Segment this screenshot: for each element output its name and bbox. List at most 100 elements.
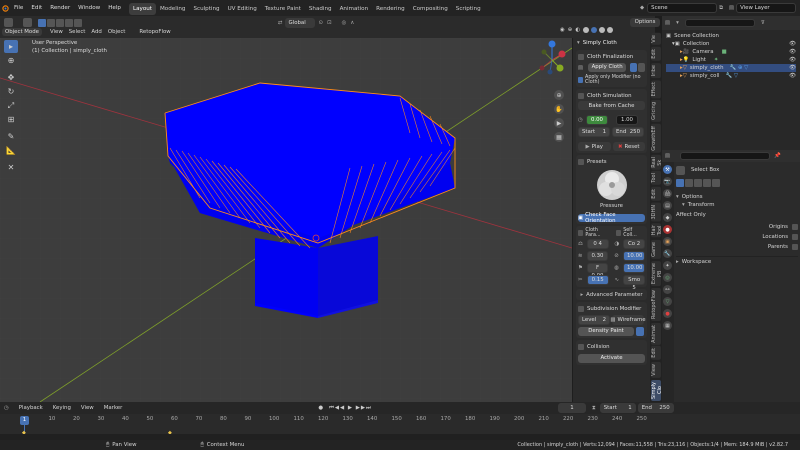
mode-extend-icon[interactable] [685,179,693,187]
pan-hand-icon[interactable]: ✋ [554,104,564,114]
options-button[interactable]: Options [630,18,660,27]
self-coll-checkbox[interactable] [615,229,622,236]
transform-panel-header[interactable]: ▾ Transform [676,201,798,209]
modifier-tab-icon[interactable]: 🔧 [663,249,672,258]
sidebar-tab-9[interactable]: Edit [651,187,661,201]
workspace-panel-header[interactable]: ▸ Workspace [676,256,798,265]
scene-field[interactable]: Scene [647,3,718,13]
output-tab-icon[interactable]: 🖨 [663,189,672,198]
outliner-item-camera[interactable]: ▸🎥 Camera ■ 👁 [666,48,796,56]
editor-type-icon[interactable] [4,18,13,27]
cursor-tool-icon[interactable]: ⊕ [4,54,18,67]
select-invert-icon[interactable] [65,18,73,27]
collapse-icon[interactable]: ▾ [577,40,580,46]
gizmo-toggle-icon[interactable]: ⊕ [568,27,573,33]
rotate-tool-icon[interactable]: ↻ [4,85,18,98]
menu-edit[interactable]: Edit [27,0,46,16]
mode-intersect-icon[interactable] [712,179,720,187]
light-visibility-icon[interactable]: 👁 [789,56,796,64]
sidebar-tab-6[interactable]: Game [651,239,661,259]
sidebar-tab-0[interactable]: Simply Clo [651,380,663,401]
timeline-end-field[interactable]: End 250 [637,403,674,413]
sidebar-tab-4[interactable]: RetopoFlow [651,287,661,321]
shading-solid-icon[interactable] [590,27,597,33]
ortho-grid-icon[interactable]: ▦ [554,132,564,142]
menu-window[interactable]: Window [74,0,104,16]
overlay-toggle-icon[interactable]: ◐ [575,27,580,33]
transform-tool-icon[interactable]: ⊞ [4,113,18,126]
param-field-1[interactable]: 0 4 [586,239,609,249]
sidebar-tab-13[interactable]: Gricing [651,100,661,122]
current-frame-field[interactable]: 1 [557,403,586,413]
properties-pin-icon[interactable]: 📌 [774,153,781,159]
sidebar-tab-11[interactable]: Real Sk [651,154,663,170]
check-face-button[interactable]: ▣ Check Face Orientation [578,212,645,224]
3d-viewport[interactable]: User Perspective (1) Collection | simply… [0,38,572,402]
annotate-tool-icon[interactable]: ✎ [4,130,18,143]
cloth-visibility-icon[interactable]: 👁 [789,64,796,72]
view-layer-field[interactable]: View Layer [736,3,797,13]
timeline-track[interactable]: 1102030405060708090100110120130140150160… [0,414,800,440]
tab-texture-paint[interactable]: Texture Paint [261,3,305,15]
param-field-6[interactable]: 10.00 [623,263,645,273]
select-extend-icon[interactable] [47,18,55,27]
menu-help[interactable]: Help [104,0,125,16]
outliner-filter-icon[interactable]: ⊽ [761,20,765,26]
texture-tab-icon[interactable]: ▦ [663,321,672,330]
viewport-scene[interactable] [0,38,572,402]
tab-shading[interactable]: Shading [305,3,336,15]
render-tab-icon[interactable]: 📷 [663,177,672,186]
tab-compositing[interactable]: Compositing [409,3,452,15]
shading-material-icon[interactable] [598,27,605,33]
sim-end-field[interactable]: End 250 [612,127,644,137]
time-field-b[interactable]: 1.00 [616,115,638,125]
scale-tool-icon[interactable]: ⤢ [4,99,18,112]
select-new-icon[interactable] [38,18,46,27]
playback-menu[interactable]: Playback [19,405,43,411]
scene-collection-row[interactable]: ▣ Scene Collection [666,32,796,40]
sidebar-tab-8[interactable]: 3DHN [651,202,661,222]
timeline-start-field[interactable]: Start 1 [599,403,636,413]
param-field-3[interactable]: 0.30 [586,251,609,261]
collection-row[interactable]: ▾▣ Collection 👁 [666,40,796,48]
outliner-editor-icon[interactable]: ▤ [665,20,670,26]
playhead[interactable]: 1 [20,416,29,425]
view-layer-tab-icon[interactable]: ▤ [663,201,672,210]
sidebar-tab-7[interactable]: Hair Tool [651,223,663,238]
apply-modifier-checkbox[interactable] [578,77,584,83]
mode-dropdown[interactable]: Object Mode [2,28,42,36]
shading-wire-icon[interactable] [582,27,589,33]
shading-render-icon[interactable] [606,27,613,33]
orientation-dropdown[interactable]: Global [284,18,315,28]
play-button[interactable]: ▶ Play [578,142,611,151]
move-tool-icon[interactable]: ✥ [4,71,18,84]
menu-render[interactable]: Render [46,0,74,16]
view-menu[interactable]: View [50,29,63,35]
cloth-toggle-icon[interactable] [630,63,638,72]
sidebar-tab-14[interactable]: Effect [651,79,661,99]
bake-cache-button[interactable]: Bake from Cache [578,101,645,110]
parents-checkbox[interactable] [792,244,798,250]
activate-button[interactable]: Activate [578,354,645,363]
coll-visibility-icon[interactable]: 👁 [789,72,796,80]
mode-new-icon[interactable] [676,179,684,187]
tab-rendering[interactable]: Rendering [372,3,409,15]
constraints-tab-icon[interactable]: ⚯ [663,285,672,294]
params-checkbox[interactable] [578,229,584,236]
playback-controls-icon[interactable]: ⏮◀◀ ▶ ▶▶⏭ [329,405,372,412]
measure-tool-icon[interactable]: 📐 [4,144,18,157]
world-tab-icon[interactable]: ● [663,225,672,234]
param-field-2[interactable]: Co 2 [623,239,645,249]
outliner-display-icon[interactable]: ▾ [676,20,679,26]
zoom-icon[interactable]: ⊕ [554,90,564,100]
scene-tab-icon[interactable]: ◆ [663,213,672,222]
data-tab-icon[interactable]: ▽ [663,297,672,306]
object-menu[interactable]: Object [108,29,126,35]
keying-menu[interactable]: Keying [53,405,71,411]
reset-button[interactable]: ✖ Reset [612,142,645,151]
level-field[interactable]: Level 2 [578,315,610,325]
sim-start-field[interactable]: Start 1 [578,127,610,137]
sidebar-tab-1[interactable]: View [651,362,661,379]
object-tab-icon[interactable]: ▣ [663,237,672,246]
proportional-icon[interactable]: ◎ [342,20,347,26]
